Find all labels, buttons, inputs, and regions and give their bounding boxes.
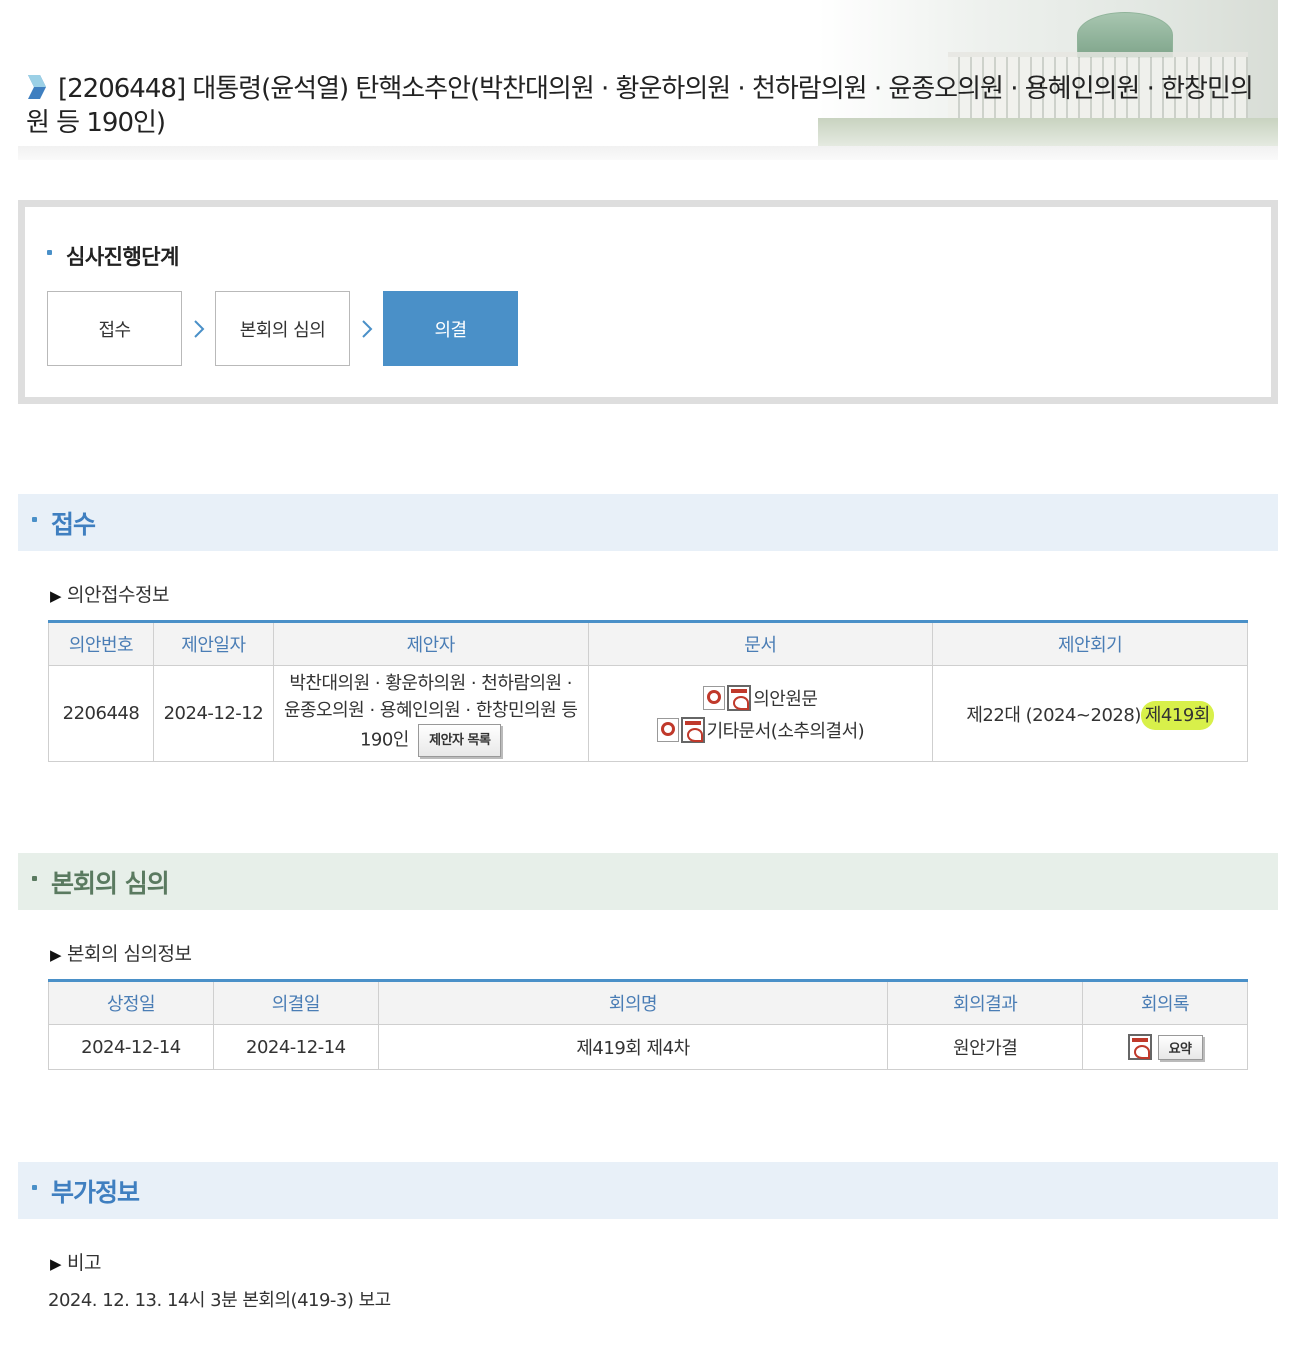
- bullet-dot-icon: [47, 249, 52, 255]
- remark-text: 2024. 12. 13. 14시 3분 본회의(419-3) 보고: [48, 1290, 391, 1311]
- progress-heading: 심사진행단계: [47, 241, 179, 271]
- page-header: [2206448] 대통령(윤석열) 탄핵소추안(박찬대의원 · 황운하의원 ·…: [18, 0, 1278, 160]
- minutes-cell: 요약: [1082, 1024, 1248, 1070]
- column-header: 회의명: [377, 980, 889, 1025]
- progress-steps: 접수 본회의 심의 의결: [47, 291, 518, 366]
- proposal-date-cell: 2024-12-12: [152, 665, 274, 762]
- bullet-dot-icon: [32, 876, 37, 881]
- chevron-right-icon: [182, 319, 215, 339]
- header-divider: [18, 146, 1278, 160]
- hwp-file-icon[interactable]: [656, 717, 679, 742]
- table-row: 2024-12-14 2024-12-14 제419회 제4차 원안가결 요약: [48, 1024, 1248, 1070]
- section-plenary-title: 본회의 심의: [51, 868, 170, 898]
- section-plenary: 본회의 심의: [18, 853, 1278, 910]
- table-row: 2206448 2024-12-12 박찬대의원 · 황운하의원 · 천하람의원…: [48, 665, 1248, 762]
- remark-subheading: ▶ 비고: [50, 1252, 102, 1274]
- triangle-right-icon: ▶: [50, 946, 62, 964]
- review-progress-panel: 심사진행단계 접수 본회의 심의 의결: [18, 200, 1278, 404]
- table-header-row: 의안번호 제안일자 제안자 문서 제안회기: [48, 621, 1248, 666]
- triangle-right-icon: ▶: [50, 587, 62, 605]
- column-header: 제안자: [272, 621, 589, 666]
- result-cell: 원안가결: [887, 1024, 1084, 1070]
- session-number-highlight: 제419회: [1140, 700, 1214, 730]
- proposer-cell: 박찬대의원 · 황운하의원 · 천하람의원 · 윤종오의원 · 용혜인의원 · …: [272, 665, 589, 762]
- pdf-file-icon[interactable]: [1127, 1034, 1152, 1060]
- chevron-right-icon: [350, 319, 383, 339]
- column-header: 회의록: [1082, 980, 1248, 1025]
- triangle-right-icon: ▶: [50, 1255, 62, 1273]
- reception-table: 의안번호 제안일자 제안자 문서 제안회기 2206448 2024-12-12…: [48, 620, 1248, 762]
- bill-title-text: [2206448] 대통령(윤석열) 탄핵소추안(박찬대의원 · 황운하의원 ·…: [26, 74, 1254, 138]
- pdf-file-icon[interactable]: [680, 716, 705, 743]
- bill-original-doc-link[interactable]: 의안원문: [589, 682, 933, 714]
- column-header: 제안회기: [932, 621, 1248, 666]
- session-assembly-text: 제22대 (2024~2028): [966, 704, 1141, 726]
- column-header: 의안번호: [48, 621, 154, 666]
- bullet-arrow-icon: [28, 75, 46, 99]
- section-additional-info: 부가정보: [18, 1162, 1278, 1219]
- step-plenary-review: 본회의 심의: [215, 291, 350, 366]
- section-reception-title: 접수: [51, 509, 96, 539]
- reception-subheading: ▶ 의안접수정보: [50, 584, 169, 606]
- bullet-dot-icon: [32, 1185, 37, 1190]
- column-header: 회의결과: [887, 980, 1084, 1025]
- bill-number-cell: 2206448: [48, 665, 154, 762]
- documents-cell: 의안원문 기타문서(소추의결서): [587, 665, 934, 762]
- session-cell: 제22대 (2024~2028) 제419회: [932, 665, 1248, 762]
- other-doc-link[interactable]: 기타문서(소추의결서): [589, 714, 933, 746]
- column-header: 의결일: [212, 980, 379, 1025]
- column-header: 상정일: [48, 980, 214, 1025]
- section-reception: 접수: [18, 494, 1278, 551]
- plenary-subheading: ▶ 본회의 심의정보: [50, 943, 192, 965]
- step-reception: 접수: [47, 291, 182, 366]
- column-header: 제안일자: [152, 621, 274, 666]
- proposer-list-button[interactable]: 제안자 목록: [418, 724, 502, 757]
- pdf-file-icon[interactable]: [727, 684, 752, 711]
- summary-button[interactable]: 요약: [1157, 1034, 1203, 1060]
- decided-date-cell: 2024-12-14: [212, 1024, 379, 1070]
- table-header-row: 상정일 의결일 회의명 회의결과 회의록: [48, 980, 1248, 1025]
- section-additional-title: 부가정보: [51, 1177, 140, 1207]
- step-resolution-active: 의결: [383, 291, 518, 366]
- column-header: 문서: [587, 621, 934, 666]
- meeting-name-cell: 제419회 제4차: [377, 1024, 889, 1070]
- bullet-dot-icon: [32, 517, 37, 522]
- page-title: [2206448] 대통령(윤석열) 탄핵소추안(박찬대의원 · 황운하의원 ·…: [26, 72, 1266, 140]
- hwp-file-icon[interactable]: [703, 685, 726, 710]
- introduced-date-cell: 2024-12-14: [48, 1024, 214, 1070]
- plenary-table: 상정일 의결일 회의명 회의결과 회의록 2024-12-14 2024-12-…: [48, 979, 1248, 1070]
